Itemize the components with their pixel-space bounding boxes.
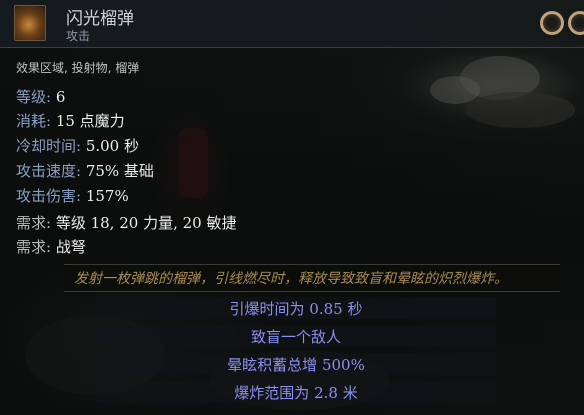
stat-value: 15 点魔力: [55, 112, 125, 130]
stat-value: 6: [55, 88, 66, 106]
modifier-blind: 致盲一个敌人: [250, 328, 341, 346]
stat-attack-speed: 攻击速度: 75% 基础: [16, 160, 154, 181]
requirement-value: 等级 18, 20 力量, 20 敏捷: [55, 214, 237, 232]
stat-cooldown: 冷却时间: 5.00 秒: [16, 135, 139, 156]
stat-label: 消耗:: [16, 112, 56, 130]
stat-label: 攻击速度:: [16, 162, 86, 180]
stat-label: 冷却时间:: [16, 137, 86, 155]
requirement-weapon: 需求: 战弩: [16, 236, 86, 257]
requirement-label: 需求:: [16, 214, 56, 232]
stat-value: 75% 基础: [85, 162, 154, 180]
modifier-explosion-radius: 爆炸范围为 2.8 米: [234, 384, 358, 402]
modifier-stun-buildup: 晕眩积蓄总增 500%: [227, 356, 365, 374]
requirement-label: 需求:: [16, 238, 56, 256]
gem-socket-icon[interactable]: [540, 11, 564, 35]
skill-name: 闪光榴弹: [66, 9, 134, 29]
skill-tooltip: 闪光榴弹 攻击 效果区域, 投射物, 榴弹 等级: 6 消耗: 15 点魔力 冷…: [0, 0, 584, 415]
stat-label: 等级:: [16, 88, 56, 106]
stat-value: 5.00 秒: [85, 137, 139, 155]
tooltip-header: 闪光榴弹 攻击: [0, 0, 584, 48]
stat-cost: 消耗: 15 点魔力: [16, 110, 125, 131]
modifier-detonation-time: 引爆时间为 0.85 秒: [229, 300, 363, 318]
skill-type: 攻击: [66, 29, 91, 43]
stat-value: 157%: [85, 187, 129, 205]
gem-socket-icon[interactable]: [568, 11, 584, 35]
stat-label: 攻击伤害:: [16, 187, 86, 205]
requirement-value: 战弩: [55, 238, 86, 256]
skill-description: 发射一枚弹跳的榴弹，引线燃尽时，释放导致致盲和晕眩的炽烈爆炸。: [74, 271, 508, 287]
flash-grenade-icon[interactable]: [14, 5, 46, 41]
stat-attack-damage: 攻击伤害: 157%: [16, 185, 129, 206]
requirement-attributes: 需求: 等级 18, 20 力量, 20 敏捷: [16, 212, 236, 233]
stat-level: 等级: 6: [16, 86, 65, 107]
skill-tags: 效果区域, 投射物, 榴弹: [16, 61, 140, 75]
